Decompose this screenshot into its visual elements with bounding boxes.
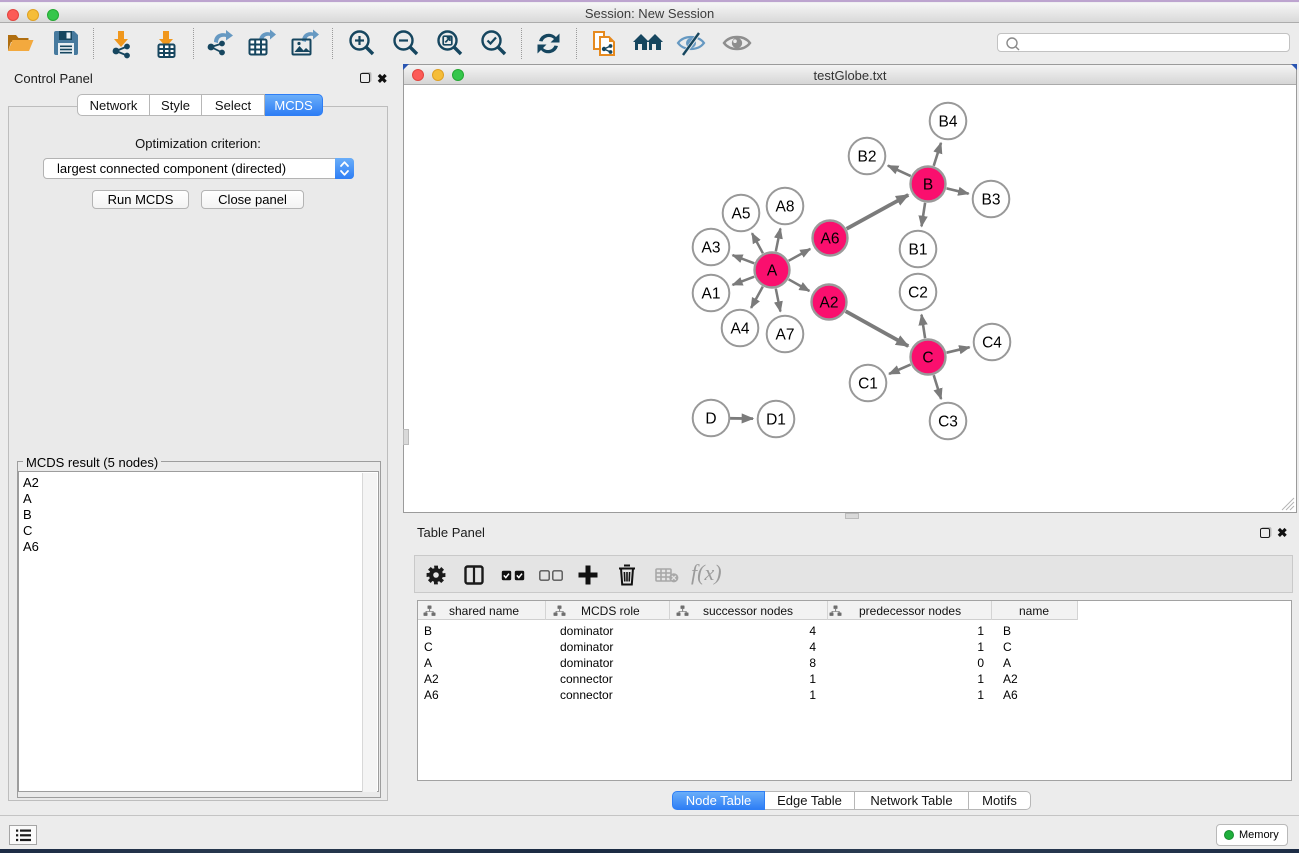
svg-text:C4: C4 — [982, 335, 1002, 352]
svg-text:A4: A4 — [731, 321, 750, 338]
svg-text:D1: D1 — [766, 412, 786, 429]
svg-text:D: D — [705, 411, 716, 428]
svg-text:A: A — [767, 263, 778, 280]
svg-text:B2: B2 — [858, 149, 877, 166]
svg-text:A2: A2 — [820, 295, 839, 312]
svg-text:A5: A5 — [732, 206, 751, 223]
svg-text:A8: A8 — [776, 199, 795, 216]
svg-text:B4: B4 — [939, 114, 958, 131]
svg-text:C3: C3 — [938, 414, 958, 431]
svg-text:C: C — [922, 350, 933, 367]
svg-text:A1: A1 — [702, 286, 721, 303]
svg-text:B: B — [923, 177, 933, 194]
svg-text:B1: B1 — [909, 242, 928, 259]
svg-text:A6: A6 — [821, 231, 840, 248]
svg-text:A7: A7 — [776, 327, 795, 344]
svg-text:B3: B3 — [982, 192, 1001, 209]
svg-text:C1: C1 — [858, 376, 878, 393]
svg-text:A3: A3 — [702, 240, 721, 257]
svg-text:C2: C2 — [908, 285, 928, 302]
